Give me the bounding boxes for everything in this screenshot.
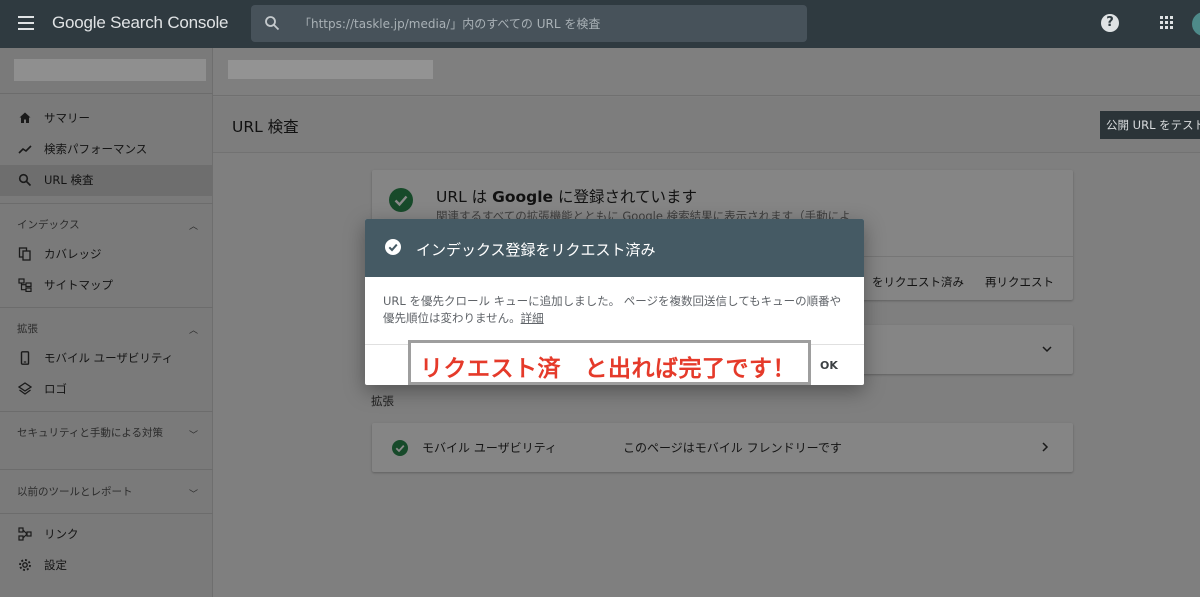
help-icon[interactable]: ?: [1101, 14, 1119, 32]
property-selector[interactable]: [14, 59, 206, 81]
sidebar-item-coverage[interactable]: カバレッジ: [0, 239, 213, 270]
dialog-header: インデックス登録をリクエスト済み: [365, 219, 864, 277]
sidebar-item-performance[interactable]: 検索パフォーマンス: [0, 134, 213, 165]
check-circle-icon: [392, 440, 408, 456]
rerequest-button[interactable]: 再リクエスト: [985, 274, 1054, 290]
annotation-text: リクエスト済 と出れば完了です！: [420, 356, 796, 382]
divider: [0, 411, 213, 412]
sidebar-item-settings[interactable]: 設定: [0, 550, 213, 581]
chevron-down-icon[interactable]: [1041, 343, 1053, 355]
inspected-url-bar: [213, 48, 1200, 96]
copy-icon: [18, 247, 31, 261]
divider: [0, 93, 213, 94]
smartphone-icon: [20, 351, 30, 365]
trending-up-icon: [18, 145, 32, 154]
home-icon: [19, 112, 31, 123]
search-icon: [265, 16, 280, 31]
sidebar-item-label: サイトマップ: [44, 278, 113, 292]
chevron-up-icon[interactable]: ︿: [189, 323, 199, 336]
sidebar-item-label: カバレッジ: [44, 247, 102, 261]
sidebar-item-label: サマリー: [44, 111, 90, 125]
sidebar-item-mobile-usability[interactable]: モバイル ユーザビリティ: [0, 343, 213, 374]
layers-icon: [18, 382, 32, 395]
mobile-usability-card[interactable]: モバイル ユーザビリティ このページはモバイル フレンドリーです: [372, 423, 1073, 472]
menu-icon[interactable]: [18, 16, 34, 30]
gear-icon: [19, 559, 31, 571]
sidebar-item-summary[interactable]: サマリー: [0, 103, 213, 134]
divider: [0, 469, 213, 470]
sidebar-item-url-inspection[interactable]: URL 検査: [0, 165, 213, 196]
check-circle-icon: [389, 188, 413, 212]
sidebar-section-security[interactable]: セキュリティと手動による対策: [17, 426, 177, 441]
sidebar-item-sitemaps[interactable]: サイトマップ: [0, 270, 213, 301]
learn-more-link[interactable]: 詳細: [521, 311, 544, 325]
page-header: URL 検査 公開 URL をテスト: [213, 97, 1200, 153]
url-inspection-search[interactable]: 「https://taskle.jp/media/」内のすべての URL を検査: [251, 5, 807, 42]
dialog-message: URL を優先クロール キューに追加しました。 ページを複数回送信してもキューの…: [383, 294, 842, 325]
request-status-text: をリクエスト済み: [872, 275, 964, 289]
ok-button[interactable]: OK: [820, 359, 838, 372]
top-app-bar: Google Search Console 「https://taskle.jp…: [0, 0, 1200, 48]
annotation-callout: リクエスト済 と出れば完了です！: [408, 340, 811, 385]
dialog-title: インデックス登録をリクエスト済み: [416, 241, 656, 259]
sidebar-section-index[interactable]: インデックス: [17, 218, 80, 233]
sidebar-section-enhancements[interactable]: 拡張: [17, 322, 38, 337]
sidebar: サマリー 検索パフォーマンス URL 検査 インデックス ︿ カバレッジ サイト…: [0, 48, 213, 597]
sidebar-item-label: モバイル ユーザビリティ: [44, 351, 174, 365]
app-title[interactable]: Google Search Console: [52, 13, 229, 33]
divider: [0, 307, 213, 308]
sidebar-item-links[interactable]: リンク: [0, 519, 213, 550]
sidebar-item-label: リンク: [44, 527, 79, 541]
mobile-usability-label: モバイル ユーザビリティ: [422, 441, 557, 455]
sidebar-section-legacy-tools[interactable]: 以前のツールとレポート: [17, 485, 133, 500]
sidebar-item-label: ロゴ: [44, 382, 67, 396]
sitemap-icon: [18, 278, 32, 292]
search-input[interactable]: 「https://taskle.jp/media/」内のすべての URL を検査: [299, 15, 600, 32]
sidebar-item-logo[interactable]: ロゴ: [0, 374, 213, 405]
page-title: URL 検査: [232, 118, 299, 136]
test-live-url-button[interactable]: 公開 URL をテスト: [1100, 111, 1200, 139]
links-icon: [18, 527, 32, 541]
chevron-right-icon[interactable]: [1039, 441, 1051, 453]
sidebar-item-label: 設定: [44, 558, 67, 572]
chevron-up-icon[interactable]: ︿: [189, 219, 199, 232]
apps-grid-icon[interactable]: [1160, 16, 1174, 30]
sidebar-item-label: URL 検査: [44, 173, 94, 187]
divider: [0, 513, 213, 514]
avatar[interactable]: [1192, 12, 1200, 36]
search-icon: [18, 173, 32, 187]
mobile-usability-value: このページはモバイル フレンドリーです: [623, 441, 842, 455]
sidebar-item-label: 検索パフォーマンス: [44, 142, 148, 156]
enhancements-section-label: 拡張: [371, 394, 394, 408]
check-circle-icon: [385, 239, 401, 255]
divider: [0, 203, 213, 204]
chevron-down-icon[interactable]: ﹀: [189, 428, 199, 441]
index-status-title: URL は Google に登録されています: [436, 188, 698, 206]
chevron-down-icon[interactable]: ﹀: [189, 487, 199, 500]
inspected-url-chip[interactable]: [228, 60, 433, 79]
dialog-body: URL を優先クロール キューに追加しました。 ページを複数回送信してもキューの…: [383, 293, 843, 327]
